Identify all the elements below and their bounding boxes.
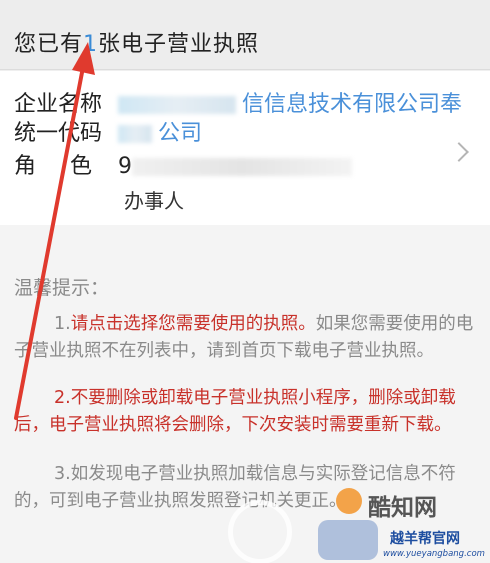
watermark-brand: 酷知网 (368, 495, 437, 521)
license-count: 1 (83, 32, 99, 57)
tip-2-text: 2.不要删除或卸载电子营业执照小程序，删除或卸载后，电子营业执照将会删除，下次安… (14, 388, 456, 435)
credit-code-value: 公司 (158, 121, 203, 146)
credit-code-row: 统一代码 公司 (14, 115, 202, 147)
license-card[interactable]: 企业名称 信信息技术有限公司奉 统一代码 公司 角色9 办事人 (0, 71, 490, 225)
company-name-label: 企业名称 (14, 92, 103, 117)
watermark-logo-ring (228, 500, 292, 563)
redacted-company-name (118, 96, 236, 114)
company-name-row: 企业名称 信信息技术有限公司奉 (14, 86, 462, 118)
header-suffix: 张电子营业执照 (98, 32, 260, 57)
watermark-url: www.yueyangbang.com (383, 549, 485, 559)
tip-1-emphasis: 请点击选择您需要使用的执照。 (70, 314, 316, 334)
tip-2: 2.不要删除或卸载电子营业执照小程序，删除或卸载后，电子营业执照将会删除，下次安… (14, 385, 474, 438)
chevron-right-icon[interactable] (449, 142, 469, 162)
redacted-role-id (132, 158, 352, 176)
credit-code-label: 统一代码 (14, 121, 103, 146)
role-label: 角色 (14, 154, 127, 179)
watermark-logo-block (318, 520, 378, 560)
watermark-site-name: 越羊帮官网 (390, 531, 460, 547)
role-value: 9 (118, 154, 132, 179)
tip-1-number: 1. (54, 314, 71, 334)
redacted-credit-code (118, 125, 152, 143)
role-row: 角色9 (14, 148, 352, 180)
role-type: 办事人 (124, 189, 184, 213)
company-name-value: 信信息技术有限公司奉 (242, 92, 463, 117)
license-count-header: 您已有1张电子营业执照 (0, 0, 490, 70)
watermark-brand-icon (336, 488, 362, 514)
tip-1: 1.请点击选择您需要使用的执照。如果您需要使用的电子营业执照不在列表中，请到首页… (14, 311, 474, 364)
header-prefix: 您已有 (14, 32, 84, 57)
tips-title: 温馨提示： (14, 277, 110, 299)
license-count-text: 您已有1张电子营业执照 (14, 26, 259, 58)
page: 您已有1张电子营业执照 企业名称 信信息技术有限公司奉 统一代码 公司 角色9 办事… (0, 0, 490, 563)
